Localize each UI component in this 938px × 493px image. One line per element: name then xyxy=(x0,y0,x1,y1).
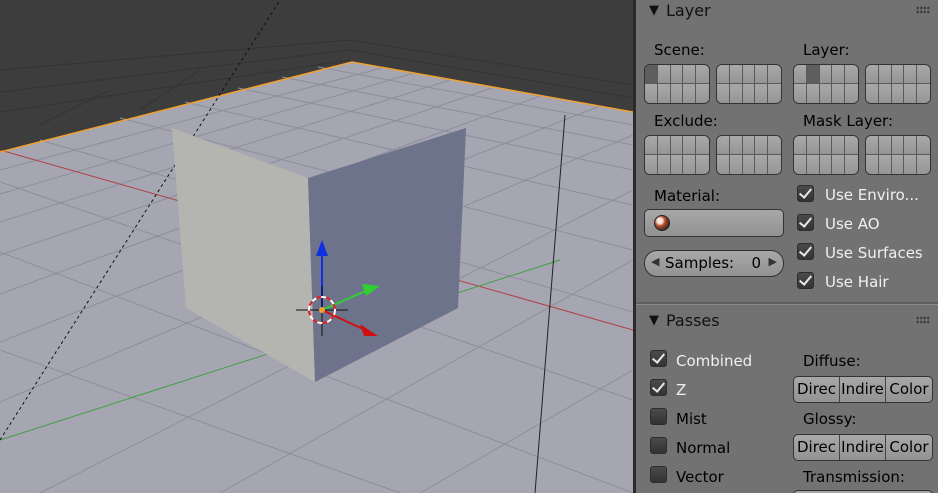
collapse-triangle-icon[interactable]: ▼ xyxy=(649,313,659,328)
z-label[interactable]: Z xyxy=(676,381,686,399)
properties-editor: ▼ Layer Scene: Layer: Exclude: Mask Laye… xyxy=(636,0,938,493)
combined-label[interactable]: Combined xyxy=(676,352,752,370)
layer-panel-title: Layer xyxy=(666,1,711,20)
glossy-direct-button[interactable]: Direc xyxy=(794,435,840,460)
material-override-field[interactable] xyxy=(644,209,784,237)
diffuse-color-button[interactable]: Color xyxy=(886,377,932,402)
exclude-label: Exclude: xyxy=(654,112,718,130)
glossy-pass-buttons[interactable]: Direc Indire Color xyxy=(793,434,933,461)
exclude-layers-group-2[interactable] xyxy=(716,135,782,175)
scene-label: Scene: xyxy=(654,41,705,59)
use-hair-label[interactable]: Use Hair xyxy=(825,273,889,291)
passes-panel-header[interactable]: ▼ Passes xyxy=(636,310,938,332)
use-ao-checkbox[interactable] xyxy=(797,214,814,231)
normal-checkbox[interactable] xyxy=(650,437,667,454)
scene-layers-group-2[interactable] xyxy=(716,64,782,104)
use-ao-label[interactable]: Use AO xyxy=(825,215,880,233)
vector-checkbox[interactable] xyxy=(650,466,667,483)
scene-layers-group-1[interactable] xyxy=(644,64,710,104)
transmission-label: Transmission: xyxy=(803,468,905,486)
samples-label: Samples: xyxy=(665,254,735,272)
glossy-color-button[interactable]: Color xyxy=(886,435,932,460)
use-hair-checkbox[interactable] xyxy=(797,272,814,289)
use-environment-label[interactable]: Use Enviro... xyxy=(825,186,919,204)
glossy-indirect-button[interactable]: Indire xyxy=(840,435,886,460)
diffuse-pass-buttons[interactable]: Direc Indire Color xyxy=(793,376,933,403)
3d-viewport[interactable] xyxy=(0,0,633,493)
material-label: Material: xyxy=(654,187,720,205)
viewport-scene[interactable] xyxy=(0,0,633,493)
render-layers-group-1[interactable] xyxy=(793,64,859,104)
combined-checkbox[interactable] xyxy=(650,350,667,367)
render-layers-group-2[interactable] xyxy=(865,64,931,104)
mist-checkbox[interactable] xyxy=(650,408,667,425)
panel-separator xyxy=(636,302,938,305)
increment-arrow-icon[interactable]: ▶ xyxy=(769,255,777,268)
passes-panel-title: Passes xyxy=(666,311,720,330)
drag-grip-icon[interactable] xyxy=(916,316,930,324)
samples-field[interactable]: ◀ Samples: 0 ▶ xyxy=(644,250,784,277)
diffuse-direct-button[interactable]: Direc xyxy=(794,377,840,402)
layer-panel-header[interactable]: ▼ Layer xyxy=(636,0,938,22)
use-surfaces-label[interactable]: Use Surfaces xyxy=(825,244,923,262)
layer-label: Layer: xyxy=(803,41,850,59)
normal-label[interactable]: Normal xyxy=(676,439,730,457)
decrement-arrow-icon[interactable]: ◀ xyxy=(651,255,659,268)
material-ball-icon xyxy=(654,215,670,231)
mask-layers-group-2[interactable] xyxy=(865,135,931,175)
diffuse-indirect-button[interactable]: Indire xyxy=(840,377,886,402)
use-environment-checkbox[interactable] xyxy=(797,185,814,202)
use-surfaces-checkbox[interactable] xyxy=(797,243,814,260)
drag-grip-icon[interactable] xyxy=(916,6,930,14)
vector-label[interactable]: Vector xyxy=(676,468,724,486)
mask-layers-group-1[interactable] xyxy=(793,135,859,175)
diffuse-label: Diffuse: xyxy=(803,352,861,370)
glossy-label: Glossy: xyxy=(803,410,857,428)
samples-value: 0 xyxy=(751,254,761,272)
mist-label[interactable]: Mist xyxy=(676,410,707,428)
z-checkbox[interactable] xyxy=(650,379,667,396)
exclude-layers-group-1[interactable] xyxy=(644,135,710,175)
collapse-triangle-icon[interactable]: ▼ xyxy=(649,3,659,18)
mask-layer-label: Mask Layer: xyxy=(803,112,894,130)
